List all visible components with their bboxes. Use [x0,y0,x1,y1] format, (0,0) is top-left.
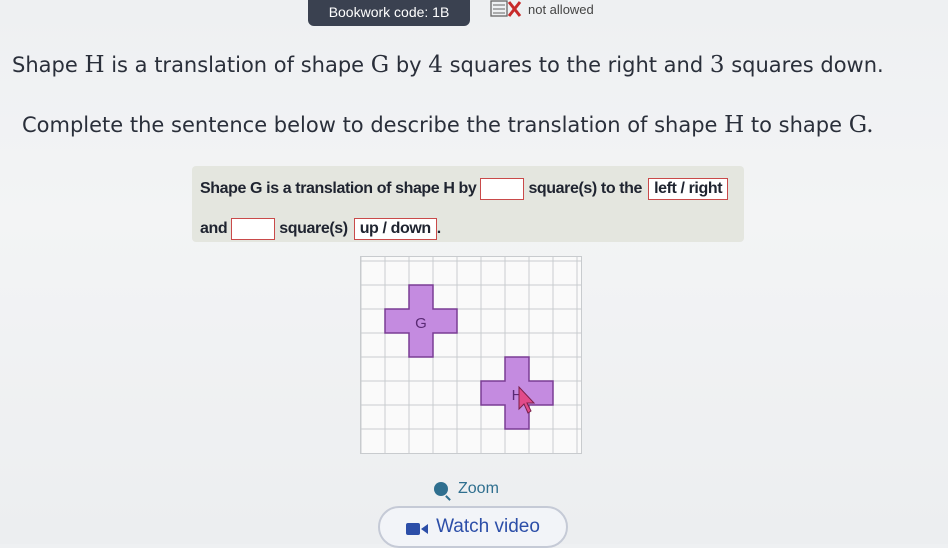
left-right-selector[interactable]: left / right [648,178,729,200]
q1-text-c: by [395,53,422,77]
video-icon [406,520,429,535]
q1-text-d: squares to the right and [449,53,704,77]
q1-num-2: 3 [709,52,725,78]
zoom-icon [434,482,448,496]
sentence-line-2: and square(s) up / down . [200,218,441,240]
sentence-part-1: Shape G is a translation of shape H by [200,180,477,197]
bookwork-code-badge: Bookwork code: 1B [308,0,470,26]
squares-horizontal-input[interactable] [480,178,525,200]
sentence-completion-box: Shape G is a translation of shape H by s… [192,166,744,242]
up-down-selector[interactable]: up / down [353,218,437,240]
q2-text-b: to shape [750,113,843,137]
shape-g-label: G [415,315,427,332]
q2-shape-g: G. [848,112,874,138]
calculator-status-text: not allowed [528,1,594,17]
sentence-part-2: square(s) to the [528,180,643,197]
sentence-end: . [436,220,441,237]
q1-num-1: 4 [428,52,443,78]
watch-video-label: Watch video [436,516,540,537]
zoom-button[interactable]: Zoom [434,480,499,498]
sentence-part-4: square(s) [279,220,348,237]
sentence-part-3: and [200,220,228,237]
q1-shape-g: G [370,52,390,78]
q2-shape-h: H [724,112,745,138]
calculator-not-allowed-icon [490,0,522,18]
question-line-1: Shape H is a translation of shape G by 4… [12,52,884,78]
grid-svg: G H [360,257,581,453]
bookwork-code-label: Bookwork code: 1B [328,4,450,20]
q1-shape-h: H [84,52,105,78]
question-line-2: Complete the sentence below to describe … [22,112,874,138]
watch-video-button[interactable]: Watch video [378,506,568,548]
sentence-line-1: Shape G is a translation of shape H by s… [200,178,729,200]
q1-text-e: squares down. [731,53,884,77]
q2-text-a: Complete the sentence below to describe … [22,113,718,137]
q1-text-a: Shape [12,53,78,77]
zoom-label: Zoom [458,480,499,497]
calculator-status: not allowed [490,0,594,18]
q1-text-b: is a translation of shape [111,53,365,77]
translation-grid: G H [360,256,582,454]
squares-vertical-input[interactable] [231,218,276,240]
